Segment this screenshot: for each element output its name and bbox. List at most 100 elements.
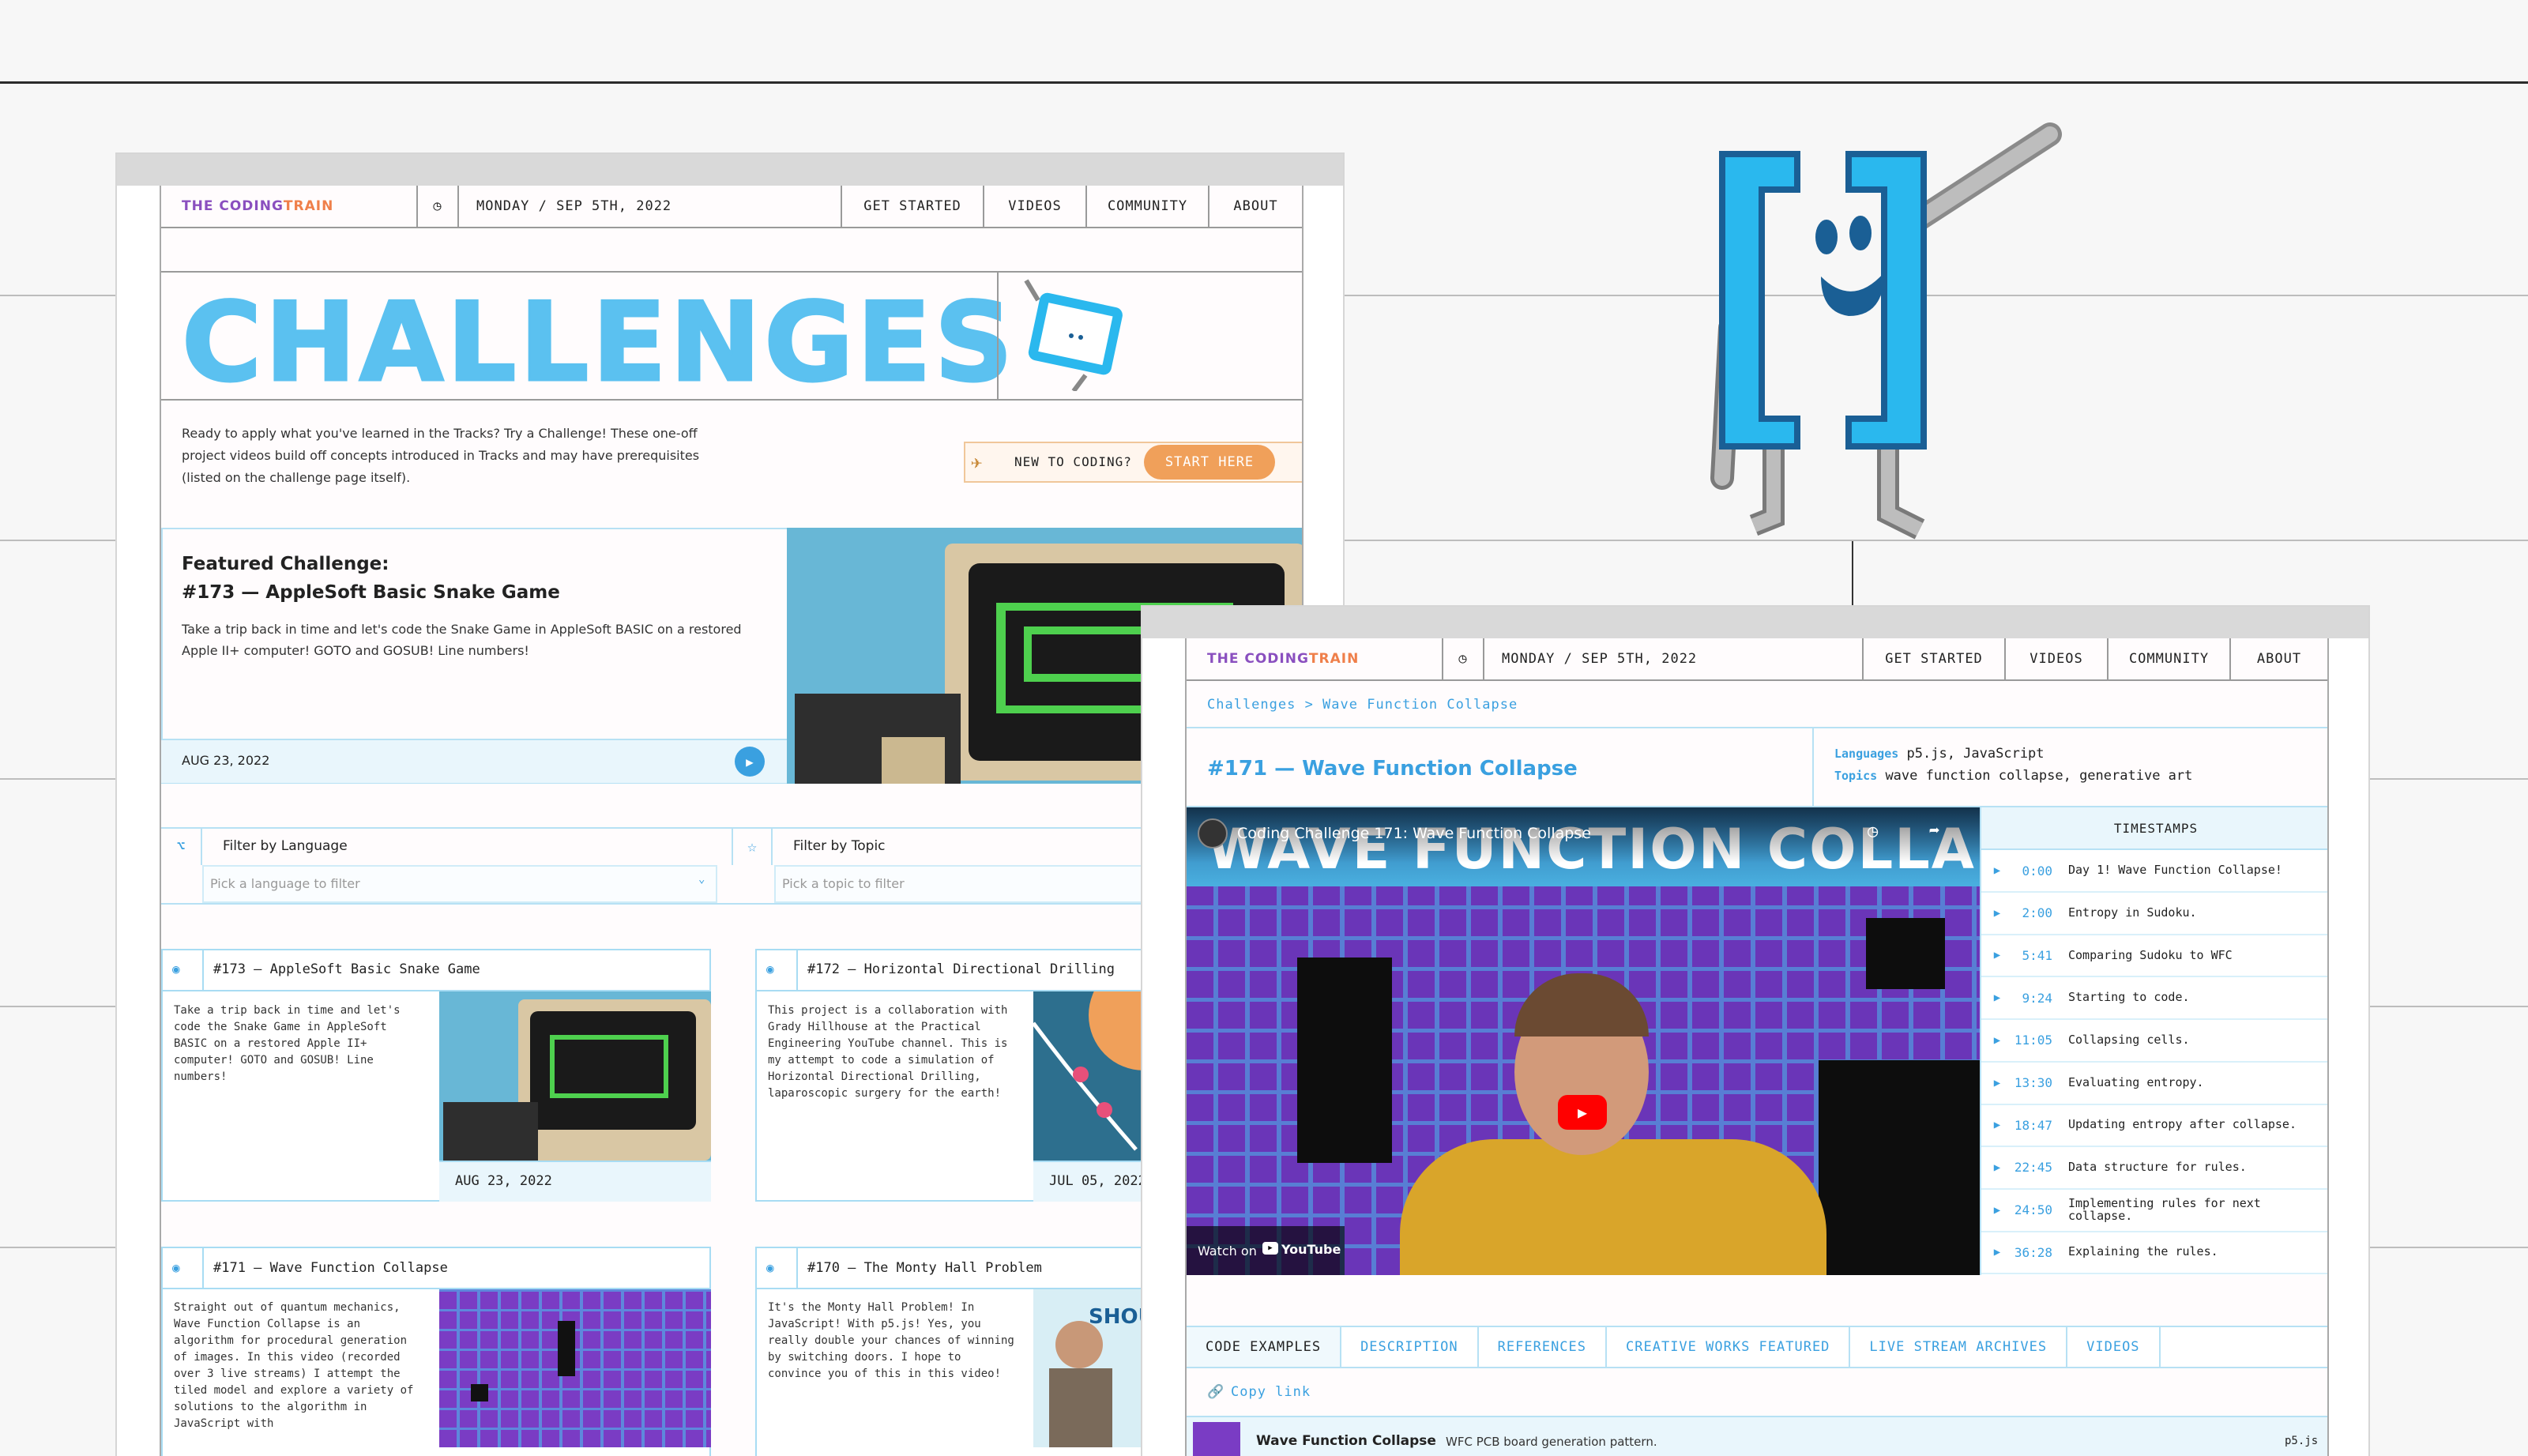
timestamp-time[interactable]: 5:41 — [2013, 948, 2068, 963]
youtube-icon: ▶ — [1262, 1242, 1278, 1255]
tab-live-stream-archives[interactable]: LIVE STREAM ARCHIVES — [1850, 1327, 2068, 1367]
divider — [161, 399, 1302, 401]
timestamp-time[interactable]: 11:05 — [2013, 1033, 2068, 1048]
divider — [0, 81, 2528, 84]
timestamp-row[interactable]: ▶ 24:50 Implementing rules for next collap… — [1981, 1190, 2327, 1232]
chevron-down-icon[interactable]: ⌄ — [698, 873, 705, 886]
timestamp-time[interactable]: 18:47 — [2013, 1118, 2068, 1133]
timestamp-row[interactable]: ▶ 9:24 Starting to code. — [1981, 977, 2327, 1021]
card-description: Take a trip back in time and let's code … — [174, 1004, 401, 1083]
featured-title[interactable]: #173 — AppleSoft Basic Snake Game — [182, 582, 560, 603]
clock-icon: ◷ — [1443, 638, 1484, 679]
site-nav: THE CODING TRAIN ◷ MONDAY / SEP 5TH, 202… — [161, 186, 1302, 228]
timestamp-time[interactable]: 24:50 — [2013, 1202, 2068, 1217]
divider — [202, 949, 204, 990]
youtube-label: YouTube — [1281, 1242, 1341, 1257]
timestamp-row[interactable]: ▶ 11:05 Collapsing cells. — [1981, 1020, 2327, 1063]
mascot-illustration — [1710, 122, 2062, 540]
youtube-play-button[interactable]: ▶ — [1558, 1095, 1607, 1130]
divider — [997, 271, 999, 399]
timestamp-label: Starting to code. — [2068, 990, 2190, 1005]
play-icon: ▶ — [1993, 991, 2001, 1005]
tab-description[interactable]: DESCRIPTION — [1341, 1327, 1479, 1367]
logo-text-accent: TRAIN — [1308, 651, 1360, 667]
timestamp-row[interactable]: ▶ 22:45 Data structure for rules. — [1981, 1147, 2327, 1190]
tab-videos[interactable]: VIDEOS — [2067, 1327, 2161, 1367]
site-logo[interactable]: THE CODING TRAIN — [1187, 638, 1443, 679]
watch-on-label: Watch on — [1198, 1243, 1257, 1258]
avatar[interactable] — [1198, 818, 1228, 848]
timestamp-row[interactable]: ▶ 13:30 Evaluating entropy. — [1981, 1063, 2327, 1105]
timestamp-time[interactable]: 2:00 — [2013, 905, 2068, 920]
date-display: MONDAY / SEP 5TH, 2022 — [1484, 638, 1864, 679]
content-tabs: CODE EXAMPLES DESCRIPTION REFERENCES CRE… — [1187, 1326, 2327, 1368]
video-title[interactable]: Coding Challenge 171: Wave Function Coll… — [1237, 825, 1591, 842]
tab-code-examples[interactable]: CODE EXAMPLES — [1187, 1327, 1342, 1367]
nav-videos[interactable]: VIDEOS — [984, 186, 1087, 227]
code-example-title[interactable]: Wave Function Collapse — [1256, 1433, 1436, 1449]
nav-videos[interactable]: VIDEOS — [2006, 638, 2109, 679]
new-to-coding-label: NEW TO CODING? — [1014, 454, 1132, 469]
start-here-button[interactable]: START HERE — [1144, 445, 1275, 480]
tab-references[interactable]: REFERENCES — [1479, 1327, 1608, 1367]
language-filter-placeholder: Pick a language to filter — [210, 876, 360, 891]
timestamp-row[interactable]: ▶ 5:41 Comparing Sudoku to WFC — [1981, 935, 2327, 978]
card-title[interactable]: #170 — The Monty Hall Problem — [807, 1260, 1042, 1276]
card-thumbnail[interactable] — [439, 991, 711, 1161]
timestamp-label: Explaining the rules. — [2068, 1244, 2218, 1259]
timestamp-time[interactable]: 0:00 — [2013, 863, 2068, 878]
timestamp-row[interactable]: ▶ 36:28 Explaining the rules. — [1981, 1232, 2327, 1275]
filter-language-label: Filter by Language — [223, 838, 348, 854]
card-title[interactable]: #173 — AppleSoft Basic Snake Game — [213, 961, 480, 977]
divider — [796, 949, 798, 990]
card-title[interactable]: #172 — Horizontal Directional Drilling — [807, 961, 1115, 977]
timestamp-time[interactable]: 13:30 — [2013, 1075, 2068, 1090]
site-logo[interactable]: THE CODING TRAIN — [161, 186, 418, 227]
site-nav: THE CODING TRAIN ◷ MONDAY / SEP 5TH, 202… — [1187, 638, 2327, 681]
timestamp-label: Day 1! Wave Function Collapse! — [2068, 863, 2282, 878]
divider — [1852, 541, 1853, 612]
timestamp-row[interactable]: ▶ 18:47 Updating entropy after collapse. — [1981, 1104, 2327, 1148]
breadcrumb[interactable]: Challenges > Wave Function Collapse — [1207, 697, 1518, 713]
play-icon: ▶ — [1993, 949, 2001, 962]
nav-about[interactable]: ABOUT — [2231, 638, 2327, 679]
divider — [1812, 727, 1814, 806]
play-icon: ▶ — [1993, 1246, 2001, 1259]
play-icon: ▶ — [1993, 1076, 2001, 1089]
clock-icon[interactable]: ◷ — [1868, 822, 1878, 841]
featured-description: Take a trip back in time and let's code … — [182, 622, 742, 658]
topic-filter-placeholder: Pick a topic to filter — [782, 876, 905, 891]
card-thumbnail[interactable] — [439, 1289, 711, 1447]
nav-get-started[interactable]: GET STARTED — [1864, 638, 2006, 679]
timestamp-time[interactable]: 36:28 — [2013, 1245, 2068, 1260]
divider — [1187, 727, 2327, 728]
filter-topic-label: Filter by Topic — [793, 838, 886, 854]
timestamps-panel: TIMESTAMPS ▶ 0:00 Day 1! Wave Function Col… — [1980, 807, 2327, 1275]
timestamp-time[interactable]: 9:24 — [2013, 991, 2068, 1006]
mascot-small-icon — [1024, 279, 1123, 391]
nav-community[interactable]: COMMUNITY — [2109, 638, 2231, 679]
code-example-description: WFC PCB board generation pattern. — [1446, 1435, 1657, 1449]
timestamp-label: Implementing rules for next collapse. — [2068, 1195, 2261, 1223]
play-icon: ▶ — [1993, 864, 2001, 877]
logo-text: THE CODING — [182, 198, 284, 214]
tab-creative-works[interactable]: CREATIVE WORKS FEATURED — [1607, 1327, 1851, 1367]
timestamp-time[interactable]: 22:45 — [2013, 1160, 2068, 1175]
play-button[interactable]: ▶ — [735, 747, 765, 777]
timestamp-label: Collapsing cells. — [2068, 1032, 2190, 1047]
copy-link-button[interactable]: Copy link — [1231, 1384, 1311, 1400]
timestamp-label: Entropy in Sudoku. — [2068, 905, 2197, 920]
play-icon: ▶ — [1993, 906, 2001, 920]
share-icon[interactable]: ➦ — [1929, 822, 1939, 841]
nav-community[interactable]: COMMUNITY — [1087, 186, 1209, 227]
timestamp-row[interactable]: ▶ 2:00 Entropy in Sudoku. — [1981, 893, 2327, 935]
nav-about[interactable]: ABOUT — [1209, 186, 1302, 227]
card-title[interactable]: #171 — Wave Function Collapse — [213, 1260, 448, 1276]
timestamp-row[interactable]: ▶ 0:00 Day 1! Wave Function Collapse! — [1981, 850, 2327, 893]
video-player[interactable]: WAVE FUNCTION COLLAPSE ▶ Coding Challeng… — [1187, 807, 1980, 1275]
nav-get-started[interactable]: GET STARTED — [842, 186, 984, 227]
challenges-page: THE CODING TRAIN ◷ MONDAY / SEP 5TH, 202… — [160, 186, 1304, 1456]
divider — [202, 1247, 204, 1288]
logo-text-accent: TRAIN — [283, 198, 334, 214]
card-description: Straight out of quantum mechanics, Wave … — [174, 1301, 414, 1430]
